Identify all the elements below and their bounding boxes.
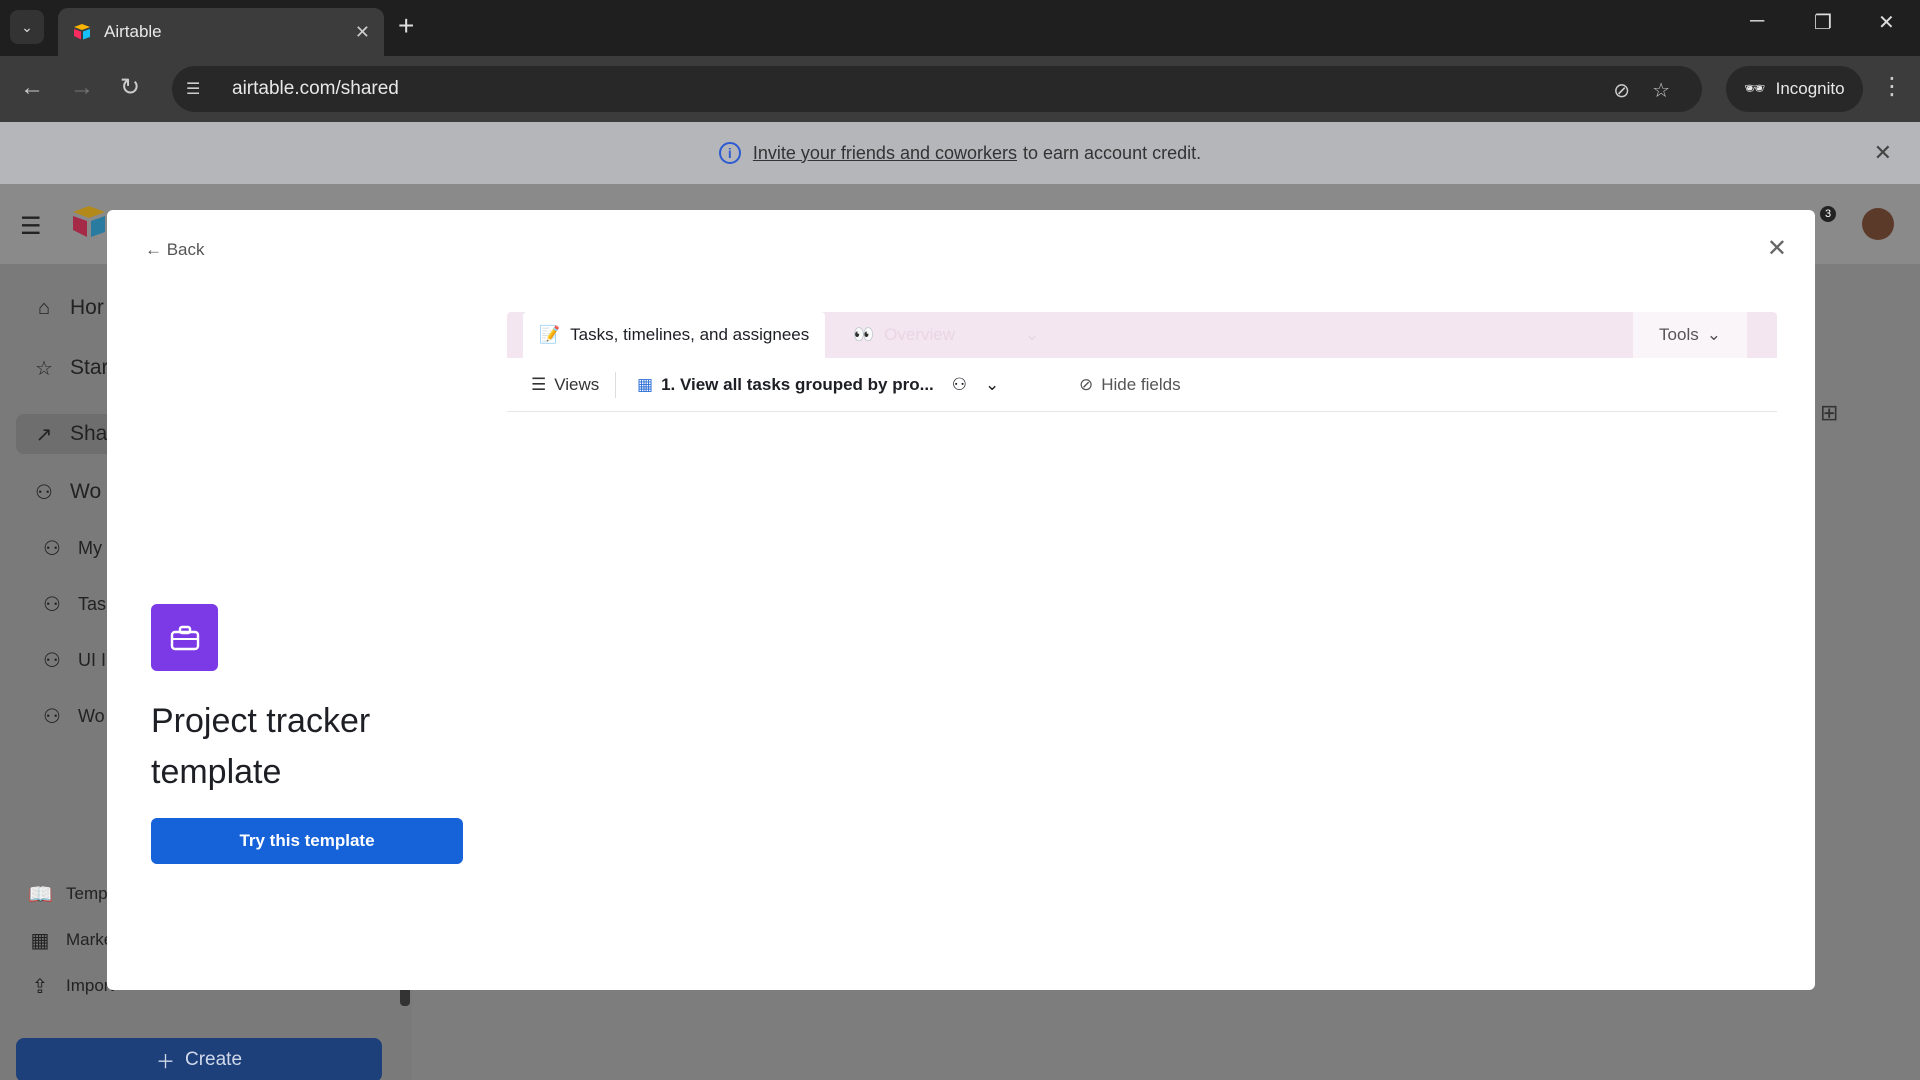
sidebar-item-starred[interactable]: ☆ Star bbox=[32, 348, 109, 388]
eye-off-icon[interactable]: ⊘ bbox=[1613, 78, 1630, 103]
banner-text: to earn account credit. bbox=[1023, 142, 1202, 163]
create-button[interactable]: ＋ Create bbox=[16, 1038, 382, 1080]
sidebar-link-marketplace[interactable]: ▦ Marke bbox=[28, 920, 114, 960]
info-icon: i bbox=[718, 142, 741, 164]
tab-label: Tasks, timelines, and assignees bbox=[570, 325, 810, 344]
back-arrow-icon[interactable]: ← bbox=[20, 74, 44, 102]
tab-label: Overview bbox=[884, 325, 956, 344]
workspace-icon: ⚇ bbox=[43, 649, 61, 672]
chevron-down-icon: ⌄ bbox=[1025, 325, 1040, 344]
browser-tab-airtable[interactable]: Airtable ✕ bbox=[58, 8, 384, 56]
incognito-label: Incognito bbox=[1775, 79, 1845, 98]
sidebar-item-home[interactable]: ⌂ Hor bbox=[32, 288, 104, 328]
sidebar-item-label: Star bbox=[70, 356, 109, 379]
workspace-item[interactable]: ⚇ Wo bbox=[40, 696, 105, 736]
tools-button[interactable]: Tools ⌄ bbox=[1633, 312, 1747, 358]
hamburger-menu-icon[interactable]: ☰ bbox=[20, 212, 42, 241]
minimize-icon[interactable]: ─ bbox=[1750, 10, 1764, 33]
browser-toolbar: ← → ↻ ☰ airtable.com/shared ⊘ ☆ 🕶 Incogn… bbox=[0, 56, 1920, 122]
view-name: 1. View all tasks grouped by pro... bbox=[661, 375, 934, 394]
workspaces-icon: ⚇ bbox=[35, 481, 53, 504]
modal-close-icon[interactable]: ✕ bbox=[1767, 234, 1787, 263]
tools-label: Tools bbox=[1659, 325, 1699, 344]
book-icon: 📖 bbox=[28, 883, 53, 906]
collaborators-icon: ⚇ bbox=[951, 375, 968, 394]
tab-overview[interactable]: 👀 Overview ⌄ bbox=[853, 312, 1039, 358]
url-text: airtable.com/shared bbox=[232, 78, 399, 99]
workspace-label: Tas bbox=[78, 593, 107, 614]
sidebar-item-workspaces[interactable]: ⚇ Wo bbox=[32, 472, 101, 512]
home-icon: ⌂ bbox=[37, 296, 51, 319]
star-icon: ☆ bbox=[35, 357, 53, 380]
eye-slash-icon: ⊘ bbox=[1079, 375, 1094, 394]
sidebar-item-label: Wo bbox=[70, 480, 102, 503]
tab-title: Airtable bbox=[104, 22, 162, 41]
try-template-button[interactable]: Try this template bbox=[151, 818, 463, 864]
views-button[interactable]: ☰ Views bbox=[531, 358, 599, 412]
window-close-icon[interactable]: ✕ bbox=[1878, 10, 1895, 35]
table-icon: 📝 bbox=[539, 325, 561, 344]
create-label: Create bbox=[184, 1049, 243, 1070]
browser-menu-icon[interactable]: ⋮ bbox=[1880, 72, 1904, 101]
workspace-item[interactable]: ⚇ Tas bbox=[40, 584, 106, 624]
sidebar-link-import[interactable]: ⇪ Import bbox=[28, 966, 115, 1006]
hide-fields-button[interactable]: ⊘ Hide fields bbox=[1079, 358, 1181, 412]
plus-icon: ＋ bbox=[155, 1051, 175, 1073]
sidebar-item-label: Sha bbox=[70, 422, 108, 445]
sidebar-link-templates[interactable]: 📖 Templ bbox=[28, 874, 111, 914]
site-info-icon[interactable]: ☰ bbox=[186, 79, 212, 99]
tab-close-icon[interactable]: ✕ bbox=[355, 22, 370, 43]
sidebar-item-label: Hor bbox=[70, 296, 104, 319]
table-tabs: 📝 Tasks, timelines, and assignees 👀 Over… bbox=[507, 312, 1777, 358]
invite-link[interactable]: Invite your friends and coworkers bbox=[753, 143, 1017, 164]
invite-banner: i Invite your friends and coworkers to e… bbox=[0, 122, 1920, 184]
grid-icon: ▦ bbox=[637, 375, 654, 394]
new-tab-icon[interactable]: + bbox=[398, 12, 414, 40]
restore-icon[interactable]: ❐ bbox=[1814, 10, 1832, 35]
view-toolbar: ☰ Views ▦ 1. View all tasks grouped by p… bbox=[507, 358, 1777, 412]
chevron-down-icon: ⌄ bbox=[985, 375, 1000, 394]
briefcase-icon bbox=[151, 604, 218, 671]
incognito-badge[interactable]: 🕶 Incognito bbox=[1726, 66, 1863, 112]
workspace-item[interactable]: ⚇ UI I bbox=[40, 640, 106, 680]
menu-lines-icon: ☰ bbox=[531, 375, 547, 394]
workspace-item[interactable]: ⚇ My bbox=[40, 528, 102, 568]
workspace-label: My bbox=[78, 537, 102, 558]
chevron-down-icon: ⌄ bbox=[1706, 325, 1721, 344]
workspace-icon: ⚇ bbox=[43, 537, 61, 560]
user-avatar[interactable] bbox=[1862, 208, 1894, 240]
workspace-label: Wo bbox=[78, 705, 105, 726]
template-preview-modal: ← Back ✕ Project tracker template Try th… bbox=[107, 210, 1815, 990]
airtable-favicon-icon bbox=[74, 24, 90, 40]
base-preview: 📝 Tasks, timelines, and assignees 👀 Over… bbox=[507, 312, 1777, 990]
workspace-label: UI I bbox=[78, 649, 107, 670]
eyes-icon: 👀 bbox=[853, 325, 875, 344]
back-link[interactable]: ← Back bbox=[145, 240, 205, 260]
hide-fields-label: Hide fields bbox=[1101, 375, 1181, 394]
forward-arrow-icon[interactable]: → bbox=[70, 74, 94, 102]
sidebar-link-label: Templ bbox=[66, 884, 112, 903]
incognito-icon: 🕶 bbox=[1744, 79, 1766, 98]
toolbar-divider bbox=[615, 372, 616, 398]
grid-view-icon[interactable]: ⊞ bbox=[1820, 400, 1838, 426]
workspace-icon: ⚇ bbox=[43, 705, 61, 728]
view-switcher[interactable]: ▦ 1. View all tasks grouped by pro... ⚇ … bbox=[637, 358, 999, 412]
banner-close-icon[interactable]: ✕ bbox=[1874, 140, 1892, 166]
bookmark-star-icon[interactable]: ☆ bbox=[1652, 78, 1670, 103]
import-icon: ⇪ bbox=[31, 975, 49, 998]
shared-icon: ↗ bbox=[35, 423, 53, 446]
workspace-icon: ⚇ bbox=[43, 593, 61, 616]
airtable-logo-icon[interactable] bbox=[70, 204, 108, 238]
notification-count-badge[interactable]: 3 bbox=[1820, 206, 1836, 222]
views-label: Views bbox=[554, 375, 600, 394]
reload-icon[interactable]: ↻ bbox=[120, 74, 140, 102]
tab-tasks[interactable]: 📝 Tasks, timelines, and assignees bbox=[523, 312, 826, 358]
marketplace-icon: ▦ bbox=[30, 929, 50, 952]
template-title: Project tracker template bbox=[151, 702, 371, 791]
tab-search-chevron-icon[interactable]: ⌄ bbox=[10, 10, 44, 44]
browser-tabbar: ⌄ Airtable ✕ + ─ ❐ ✕ bbox=[0, 0, 1920, 56]
address-bar[interactable]: ☰ airtable.com/shared ⊘ ☆ bbox=[172, 66, 1702, 112]
